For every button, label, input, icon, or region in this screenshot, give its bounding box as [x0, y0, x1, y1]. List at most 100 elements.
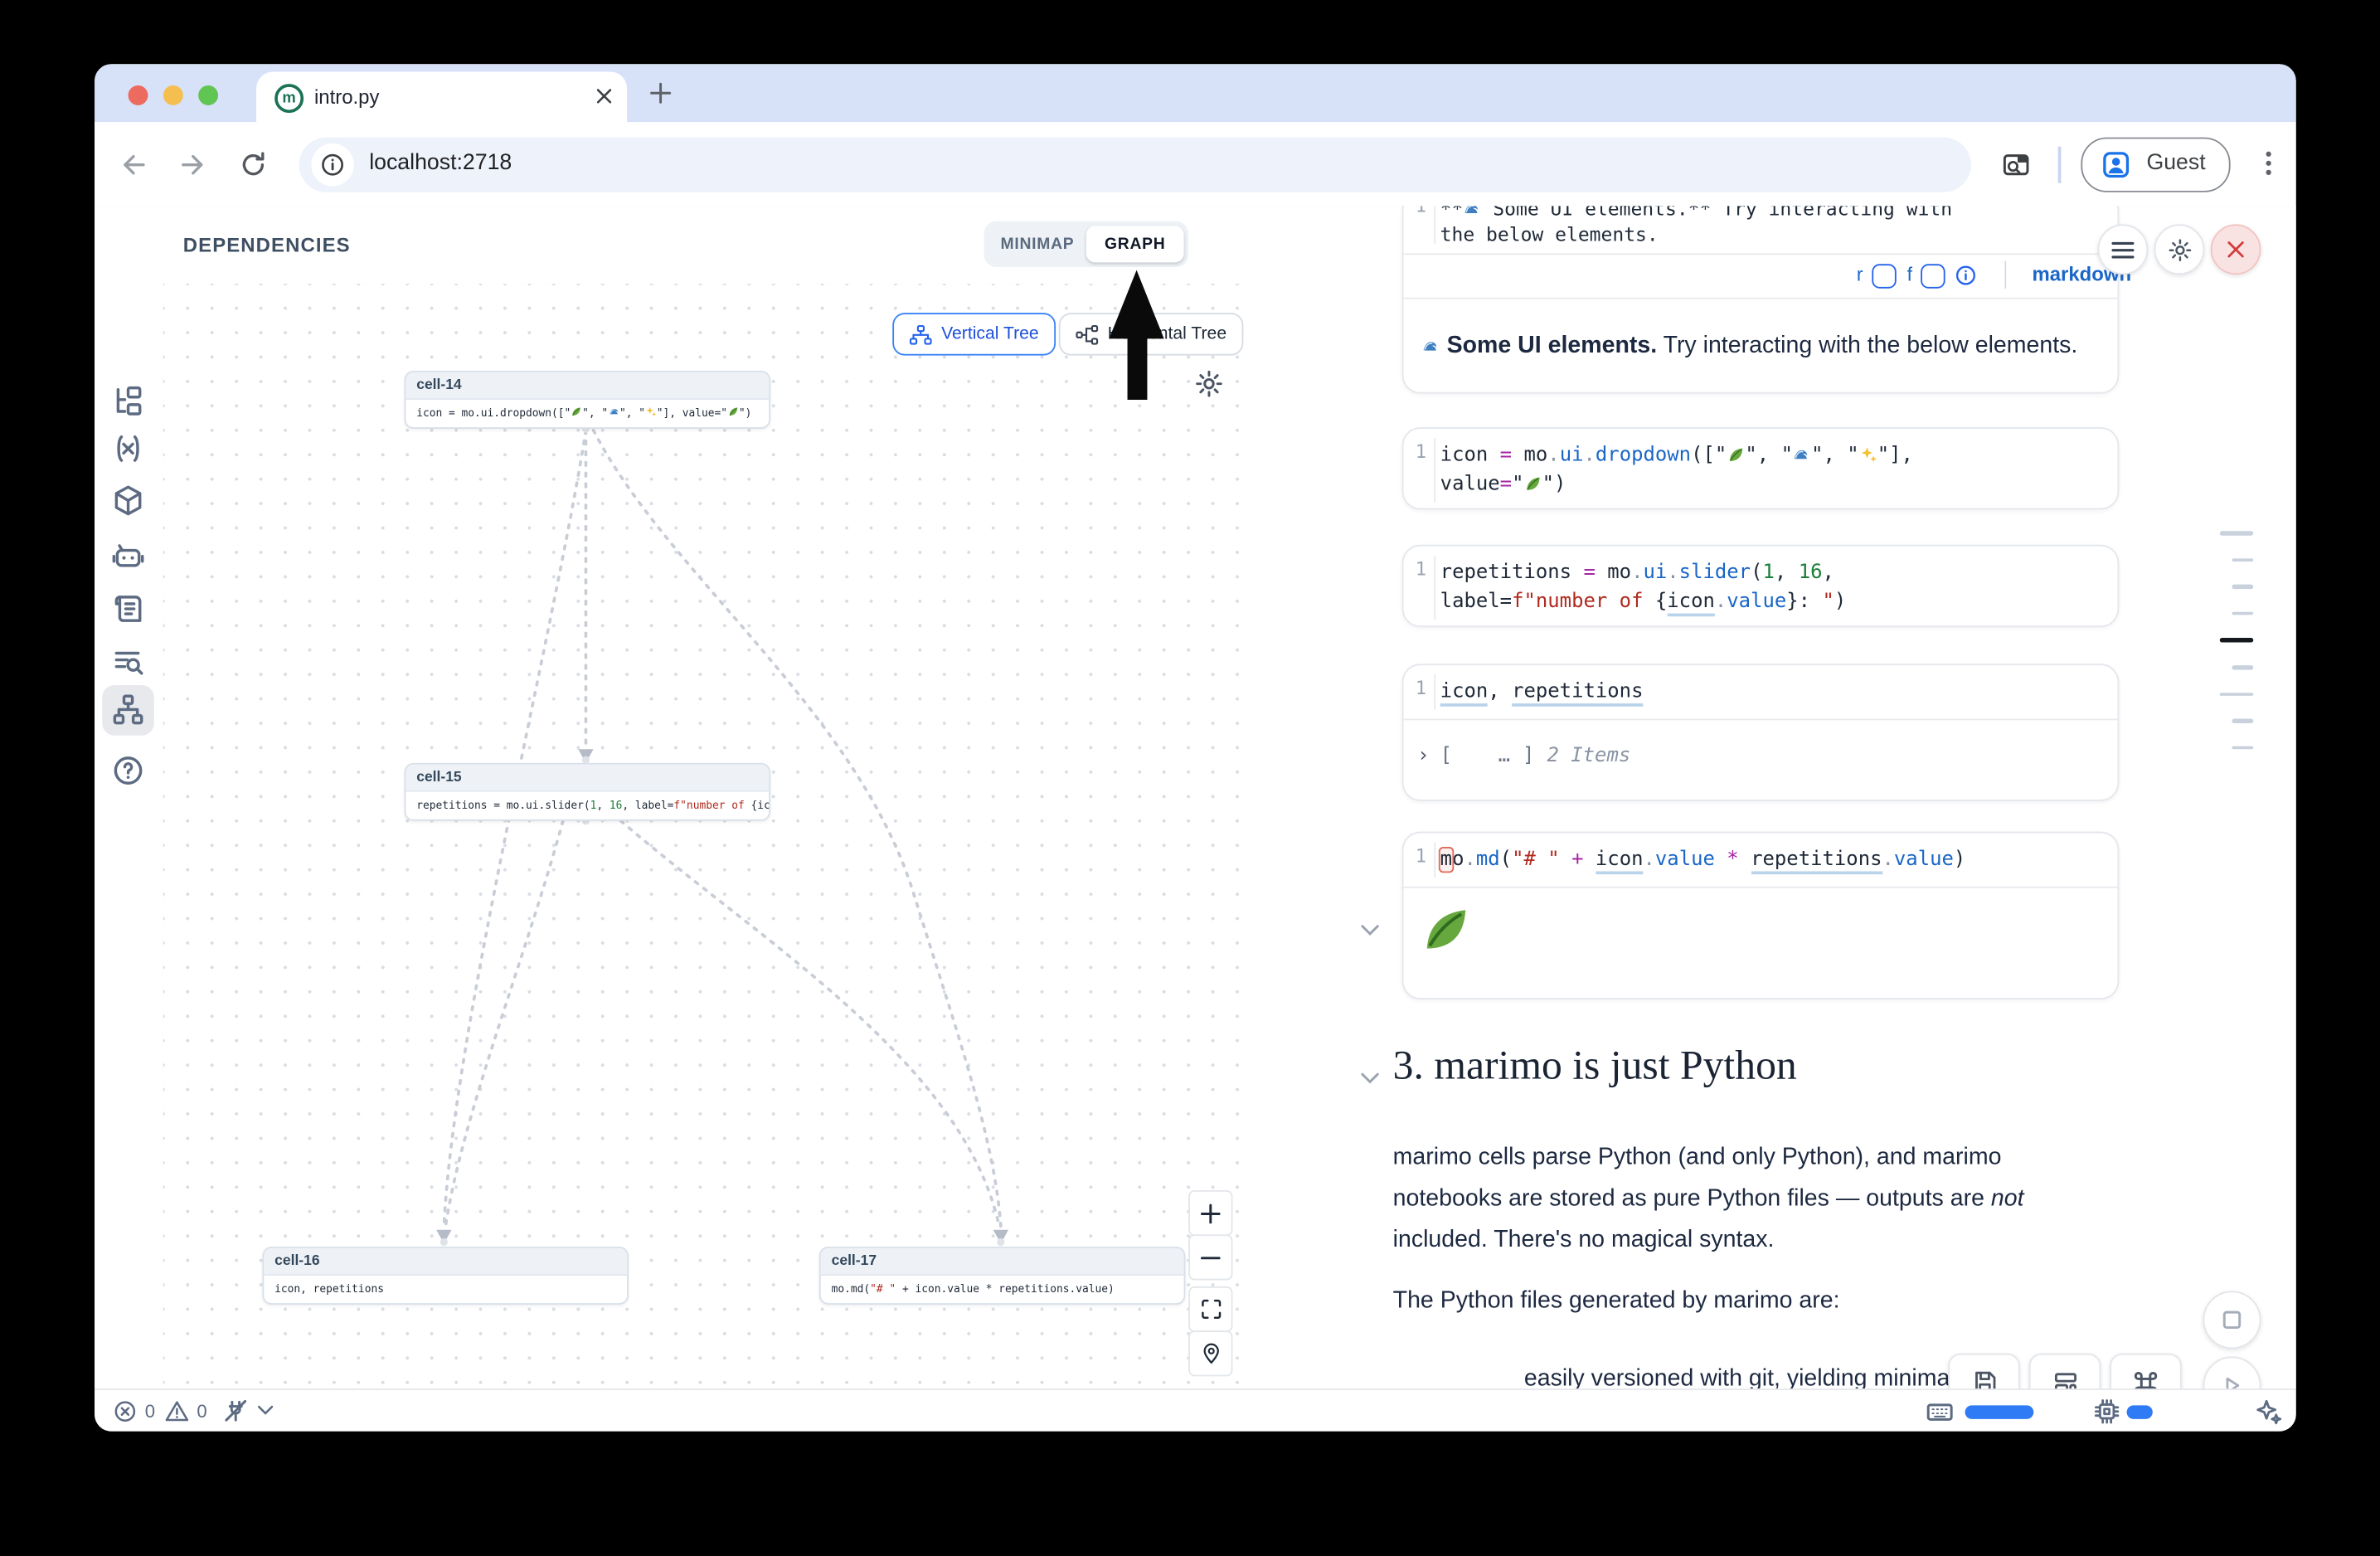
- gutter-line: [1434, 843, 1435, 878]
- site-info-circle[interactable]: [311, 143, 354, 187]
- line-number: 1: [1404, 441, 1427, 463]
- outline-item-active[interactable]: [2220, 638, 2253, 643]
- outline-item[interactable]: [2220, 531, 2253, 535]
- settings-gear-icon: [2167, 237, 2191, 261]
- collapse-chevron-icon[interactable]: [1359, 923, 1381, 938]
- cell-code-area[interactable]: 1 repetitions = mo.ui.slider(1, 16, labe…: [1404, 547, 2118, 629]
- graph-node-title: cell-15: [406, 765, 769, 792]
- layout-button[interactable]: [2029, 1354, 2101, 1388]
- shortcuts-button[interactable]: [2110, 1354, 2181, 1388]
- reload-icon[interactable]: [238, 149, 269, 180]
- tab-graph[interactable]: GRAPH: [1086, 226, 1184, 262]
- errors-icon[interactable]: [113, 1399, 137, 1423]
- browser-menu-icon[interactable]: [2255, 148, 2282, 178]
- file-tree-icon[interactable]: [111, 385, 144, 418]
- variables-icon[interactable]: [111, 432, 144, 465]
- traffic-close-button[interactable]: [129, 85, 148, 105]
- status-chevron-icon[interactable]: [256, 1404, 274, 1418]
- traffic-minimize-button[interactable]: [163, 85, 183, 105]
- save-icon: [1970, 1369, 1998, 1388]
- ai-assistant-icon[interactable]: [111, 538, 144, 571]
- disconnected-icon[interactable]: [221, 1396, 250, 1425]
- site-info-icon: [318, 151, 346, 178]
- items-count-label: 2 Items: [1547, 745, 1630, 768]
- notebook-menu-button[interactable]: [2098, 224, 2149, 275]
- line-number: 1: [1404, 678, 1427, 699]
- paragraph-line: included. There's no magical syntax.: [1393, 1219, 2024, 1261]
- outline-minimap[interactable]: [2220, 508, 2253, 750]
- warnings-icon[interactable]: [165, 1399, 189, 1423]
- code-line: repetitions = mo.ui.slider(1, 16,: [1440, 558, 2102, 587]
- save-button[interactable]: [1948, 1354, 2019, 1388]
- markdown-output: Some UI elements. Try interacting with t…: [1404, 299, 2118, 394]
- dependency-graph-canvas[interactable]: cell-14icon = mo.ui.dropdown(["", "", ""…: [163, 284, 1254, 1388]
- vertical-tree-label: Vertical Tree: [941, 325, 1039, 343]
- dependencies-icon[interactable]: [111, 693, 144, 726]
- section-chevron-icon[interactable]: [1359, 1071, 1381, 1086]
- cell-markdown-header[interactable]: 1 ** Some UI elements.** Try interacting…: [1402, 206, 2120, 393]
- outline-item[interactable]: [2232, 746, 2253, 750]
- stop-button[interactable]: [2203, 1291, 2261, 1349]
- info-icon[interactable]: [1955, 264, 1978, 287]
- paragraph-line: marimo cells parse Python (and only Pyth…: [1393, 1137, 2024, 1179]
- zoom-out-button[interactable]: [1188, 1234, 1232, 1280]
- cell-md-expression[interactable]: 1 mo.md("# " + icon.value * repetitions.…: [1402, 832, 2120, 999]
- graph-node-cell-15[interactable]: cell-15repetitions = mo.ui.slider(1, 16,…: [405, 763, 771, 821]
- forward-icon[interactable]: [177, 149, 207, 180]
- tab-minimap[interactable]: MINIMAP: [988, 226, 1086, 262]
- outline-item[interactable]: [2232, 585, 2253, 589]
- outline-item[interactable]: [2220, 692, 2253, 696]
- graph-node-cell-17[interactable]: cell-17mo.md("# " + icon.value * repetit…: [819, 1247, 1186, 1305]
- section-paragraph-2: The Python files generated by marimo are…: [1393, 1288, 1840, 1315]
- traffic-zoom-button[interactable]: [198, 85, 218, 105]
- new-tab-icon[interactable]: [650, 82, 672, 104]
- f-toggle-checkbox[interactable]: [1921, 264, 1945, 288]
- emoji-wave-icon: [1793, 444, 1811, 467]
- cell-code-area[interactable]: 1 icon = mo.ui.dropdown(["", "", ""], va…: [1404, 429, 2118, 511]
- packages-icon[interactable]: [111, 484, 144, 517]
- graph-node-cell-16[interactable]: cell-16icon, repetitions: [262, 1247, 629, 1305]
- errors-count: 0: [145, 1401, 155, 1422]
- back-icon[interactable]: [119, 149, 149, 180]
- locate-node-button[interactable]: [1188, 1330, 1232, 1376]
- zoom-in-button[interactable]: [1188, 1190, 1232, 1236]
- cpu-icon[interactable]: [2093, 1398, 2120, 1425]
- tab-close-icon[interactable]: [595, 87, 613, 105]
- graph-node-code: repetitions = mo.ui.slider(1, 16, label=…: [406, 792, 769, 819]
- ai-sparkle-icon[interactable]: [2255, 1398, 2282, 1425]
- outline-item[interactable]: [2232, 611, 2253, 615]
- cell-refs[interactable]: 1 icon, repetitions › [ … ] 2 Items: [1402, 664, 2120, 801]
- run-button[interactable]: [2203, 1356, 2261, 1388]
- cell-code-area[interactable]: 1 ** Some UI elements.** Try interacting…: [1404, 206, 2118, 253]
- code-line: label=f"number of {icon.value}: "): [1440, 587, 2102, 616]
- cell-dropdown[interactable]: 1 icon = mo.ui.dropdown(["", "", ""], va…: [1402, 427, 2120, 509]
- snippets-search-icon[interactable]: [111, 644, 144, 677]
- vertical-tree-button[interactable]: Vertical Tree: [892, 313, 1056, 356]
- browser-toolbar: localhost:2718 Guest: [95, 122, 2296, 207]
- help-icon[interactable]: [111, 754, 144, 787]
- profile-button[interactable]: Guest: [2081, 138, 2230, 192]
- outline-item[interactable]: [2232, 718, 2253, 722]
- cell-slider[interactable]: 1 repetitions = mo.ui.slider(1, 16, labe…: [1402, 545, 2120, 627]
- fit-view-button[interactable]: [1188, 1286, 1232, 1332]
- expand-chevron[interactable]: ›: [1417, 745, 1429, 768]
- graph-node-code: icon = mo.ui.dropdown(["", "", ""], valu…: [406, 400, 769, 427]
- play-icon: [2220, 1374, 2244, 1388]
- line-number: 1: [1404, 845, 1427, 867]
- shutdown-button[interactable]: [2211, 224, 2261, 275]
- url-text: localhost:2718: [369, 151, 512, 175]
- tab-search-icon[interactable]: [2002, 149, 2033, 180]
- r-toggle-label: r: [1857, 264, 1863, 285]
- outline-item[interactable]: [2232, 557, 2253, 562]
- graph-node-cell-14[interactable]: cell-14icon = mo.ui.dropdown(["", "", ""…: [405, 371, 771, 429]
- logs-icon[interactable]: [111, 592, 144, 625]
- keyboard-icon[interactable]: [1926, 1398, 1955, 1427]
- browser-tab[interactable]: m intro.py: [256, 71, 627, 122]
- url-bar[interactable]: localhost:2718: [299, 138, 1971, 192]
- shutdown-close-icon: [2226, 240, 2246, 260]
- notebook-settings-button[interactable]: [2154, 224, 2205, 275]
- cell-code-area[interactable]: 1 icon, repetitions: [1404, 665, 2118, 718]
- r-toggle-checkbox[interactable]: [1872, 264, 1896, 288]
- outline-item[interactable]: [2232, 665, 2253, 669]
- cell-code-area[interactable]: 1 mo.md("# " + icon.value * repetitions.…: [1404, 833, 2118, 886]
